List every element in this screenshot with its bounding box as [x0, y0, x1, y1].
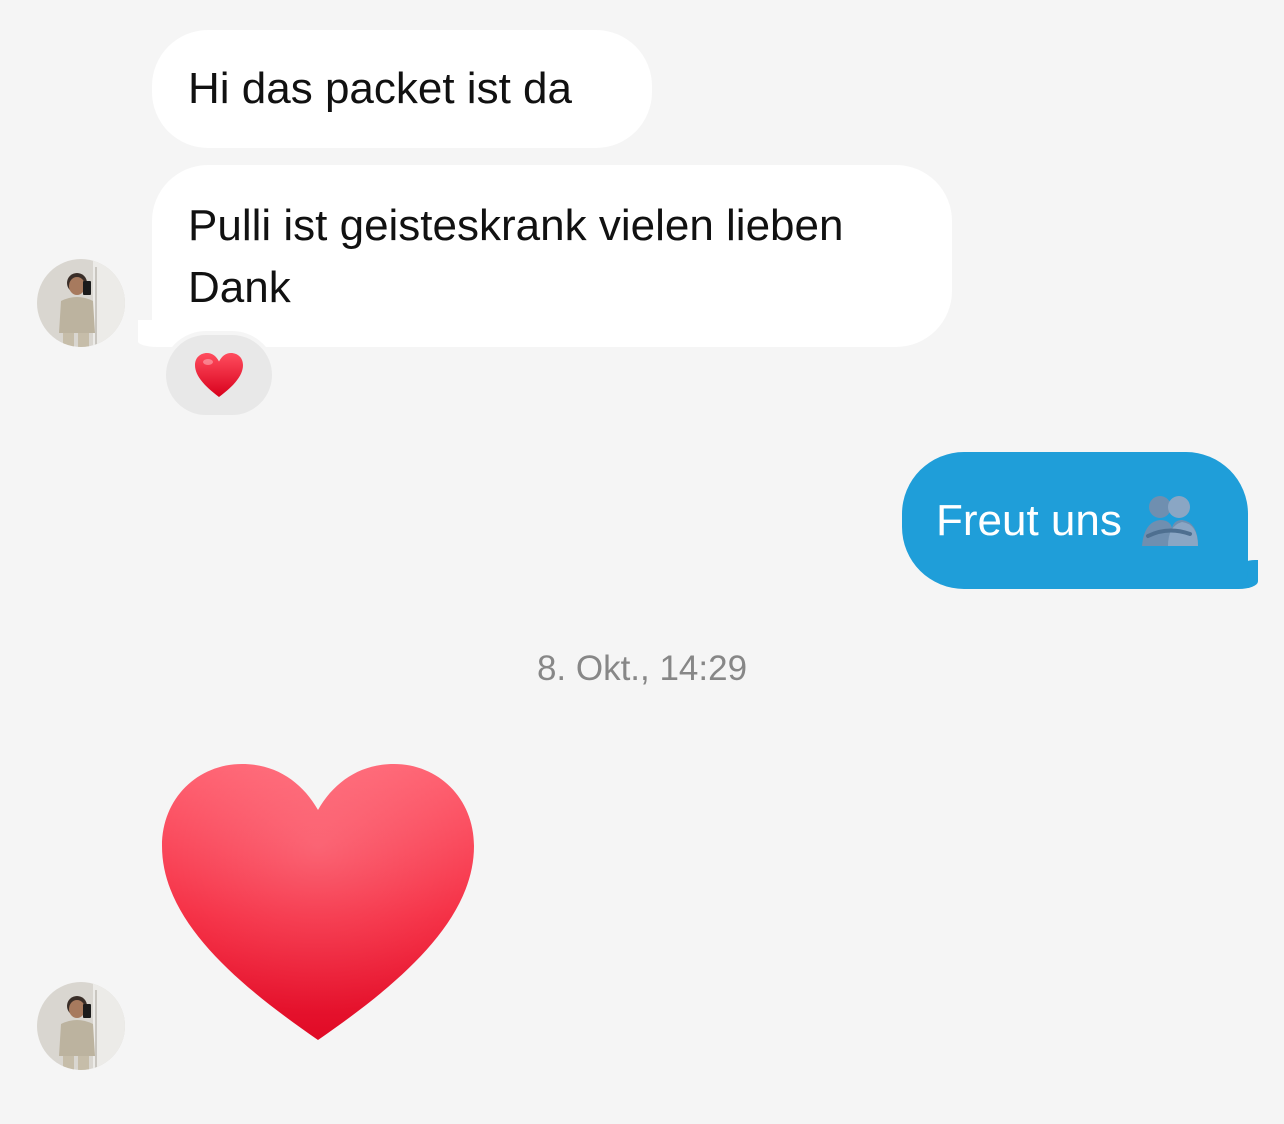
red-heart-icon	[195, 353, 243, 397]
message-bubble-outgoing[interactable]: Freut uns	[902, 452, 1248, 589]
profile-photo-icon	[37, 982, 125, 1070]
message-reaction[interactable]	[162, 331, 276, 419]
timestamp: 8. Okt., 14:29	[536, 649, 748, 688]
message-text: Freut uns	[936, 495, 1122, 545]
profile-photo-icon	[37, 259, 125, 347]
message-text: Pulli ist geisteskrank vielen lieben Dan…	[188, 201, 844, 312]
avatar[interactable]	[37, 982, 125, 1070]
message-bubble-incoming[interactable]: Pulli ist geisteskrank vielen lieben Dan…	[152, 165, 952, 347]
message-text: Hi das packet ist da	[188, 64, 572, 113]
red-heart-icon	[162, 764, 474, 1040]
large-heart-message[interactable]	[160, 762, 476, 1044]
message-bubble-incoming[interactable]: Hi das packet ist da	[152, 30, 652, 148]
people-hugging-icon	[1141, 495, 1198, 546]
avatar[interactable]	[37, 259, 125, 347]
